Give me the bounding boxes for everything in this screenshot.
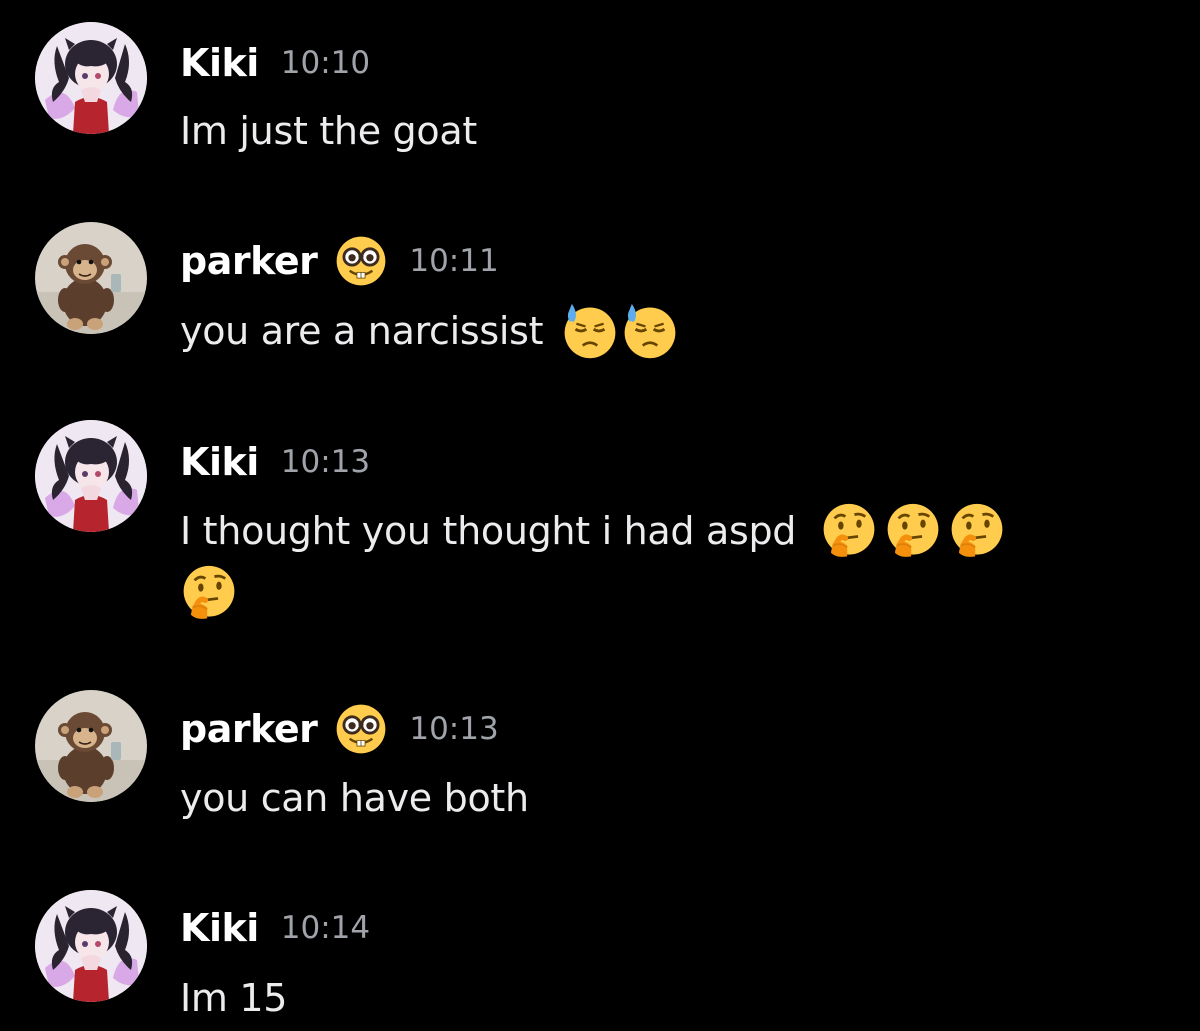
message-text: you are a narcissist xyxy=(180,300,1140,362)
timestamp: 10:10 xyxy=(280,45,371,81)
message-text: Im 15 xyxy=(180,967,1140,1029)
message-header: parker 10:13 xyxy=(180,699,499,759)
downcast-sweat-face-icon xyxy=(621,302,679,360)
message-text-content: Im 15 xyxy=(180,976,288,1020)
message-text-content: Im just the goat xyxy=(180,109,477,153)
nerd-face-icon xyxy=(335,703,387,755)
message-text-content: you are a narcissist xyxy=(180,309,544,353)
plush-monkey-avatar-icon[interactable] xyxy=(35,222,147,334)
username[interactable]: parker xyxy=(180,239,318,283)
message-header: Kiki 10:13 xyxy=(180,432,370,492)
timestamp: 10:13 xyxy=(280,444,371,480)
thinking-face-icon xyxy=(180,564,238,622)
message-text: you can have both xyxy=(180,767,1140,829)
message-text: I thought you thought i had aspd xyxy=(180,500,1140,624)
thinking-face-icon xyxy=(820,502,878,560)
username[interactable]: Kiki xyxy=(180,440,259,484)
anime-girl-avatar-icon[interactable] xyxy=(35,420,147,532)
anime-girl-avatar-icon[interactable] xyxy=(35,22,147,134)
message-text-content: I thought you thought i had aspd xyxy=(180,509,797,553)
anime-girl-avatar-icon[interactable] xyxy=(35,890,147,1002)
username[interactable]: Kiki xyxy=(180,41,259,85)
message-text: Im just the goat xyxy=(180,100,1140,162)
downcast-sweat-face-icon xyxy=(561,302,619,360)
thinking-face-icon xyxy=(884,502,942,560)
timestamp: 10:14 xyxy=(280,910,371,946)
nerd-face-icon xyxy=(335,235,387,287)
username[interactable]: Kiki xyxy=(180,906,259,950)
timestamp: 10:11 xyxy=(409,243,499,279)
plush-monkey-avatar-icon[interactable] xyxy=(35,690,147,802)
message-header: parker 10:11 xyxy=(180,231,499,291)
message-header: Kiki 10:10 xyxy=(180,33,370,93)
message-header: Kiki 10:14 xyxy=(180,898,370,958)
thinking-face-icon xyxy=(948,502,1006,560)
message-text-content: you can have both xyxy=(180,776,529,820)
username[interactable]: parker xyxy=(180,707,318,751)
timestamp: 10:13 xyxy=(409,711,499,747)
